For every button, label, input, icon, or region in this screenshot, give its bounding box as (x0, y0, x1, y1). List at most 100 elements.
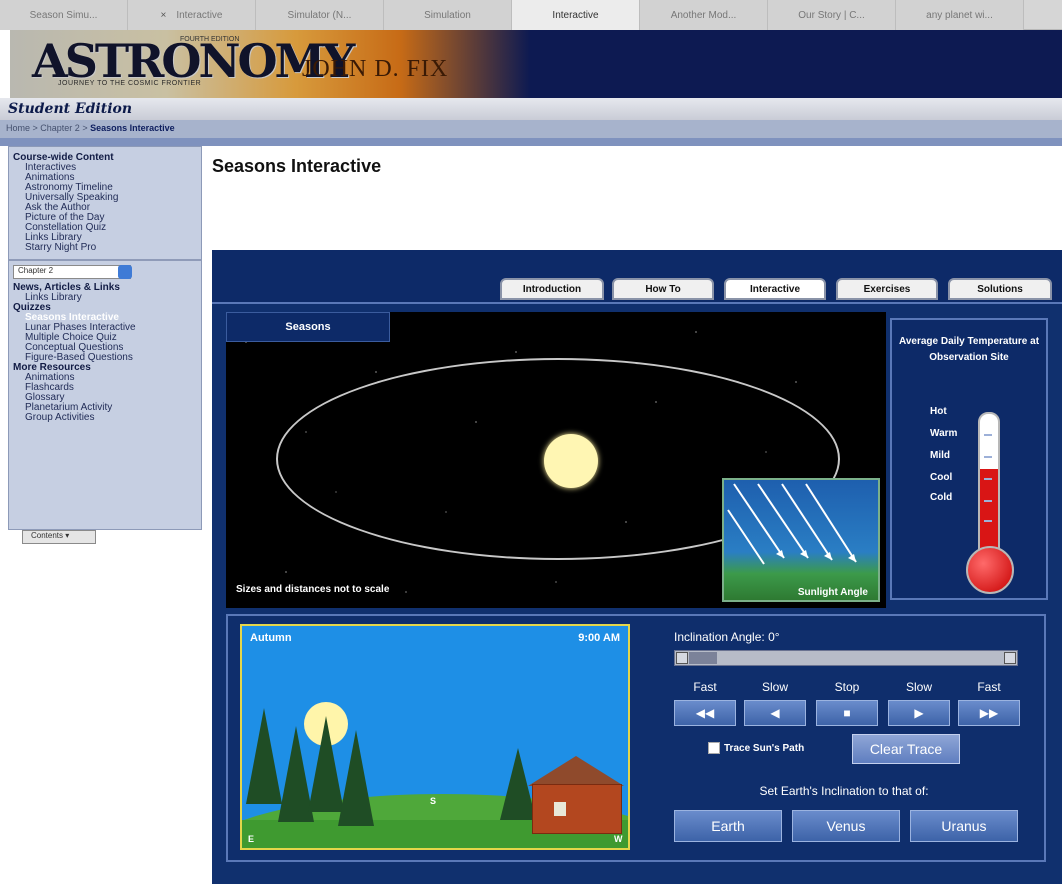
trace-label: Trace Sun's Path (724, 742, 805, 754)
browser-tab[interactable]: Simulator (N... (256, 0, 384, 30)
tab-introduction[interactable]: Introduction (500, 278, 604, 300)
temperature-title: Average Daily Temperature at Observation… (898, 336, 1040, 363)
slider-left-end[interactable] (676, 652, 688, 664)
fast-forward-button[interactable]: ▶▶ (958, 700, 1020, 726)
scale-note: Sizes and distances not to scale (236, 584, 390, 595)
breadcrumb-home[interactable]: Home (6, 123, 30, 133)
contents-button[interactable]: Contents ▾ (22, 530, 96, 544)
slider-thumb[interactable] (689, 652, 717, 664)
divider (9, 253, 201, 261)
venus-button-label: Venus (826, 818, 866, 834)
venus-button[interactable]: Venus (792, 810, 900, 842)
orbit-view: Seasons Sizes and distances not to scale… (226, 312, 886, 608)
sidebar-item-starry-night[interactable]: Starry Night Pro (9, 243, 201, 253)
level-cold: Cold (930, 492, 953, 503)
direction-south: S (430, 796, 437, 806)
sidebar-item-group-activities[interactable]: Group Activities (9, 413, 201, 423)
applet-tab-bar: Introduction How To Interactive Exercise… (212, 250, 1062, 302)
sidebar: Course-wide Content Interactives Animati… (8, 146, 202, 530)
clear-trace-label: Clear Trace (869, 741, 943, 757)
direction-east: E (248, 834, 255, 844)
site-banner: ASTRONOMY FOURTH EDITION JOURNEY TO THE … (10, 30, 1062, 98)
horizon-scene: Autumn 9:00 AM E S W (240, 624, 630, 850)
barn (532, 784, 622, 834)
fast-forward-icon: ▶▶ (979, 706, 999, 720)
breadcrumb-chapter[interactable]: Chapter 2 (40, 123, 80, 133)
rewind-icon: ◀◀ (695, 706, 715, 720)
control-panel: Autumn 9:00 AM E S W Inclination Angle: … (226, 614, 1046, 862)
earth-button-label: Earth (711, 818, 745, 834)
thermometer-tick (984, 520, 992, 522)
direction-west: W (614, 834, 623, 844)
inclination-slider[interactable] (674, 650, 1018, 666)
browser-tab-label: Interactive (552, 9, 599, 21)
browser-tab-strip: Season Simu... × Interactive Simulator (N… (0, 0, 1062, 30)
speed-label-fast-reverse: Fast (693, 680, 717, 694)
level-hot: Hot (930, 406, 947, 417)
tree (246, 708, 282, 804)
breadcrumb-separator: > (79, 123, 91, 133)
page-title: Seasons Interactive (212, 156, 382, 176)
browser-tab-label: Another Mod... (670, 9, 737, 21)
uranus-button-label: Uranus (941, 818, 987, 834)
breadcrumb-separator: > (30, 123, 41, 133)
chevron-down-icon (118, 265, 132, 279)
thermometer-tick (984, 456, 992, 458)
speed-label-slow-reverse: Slow (761, 680, 788, 694)
tab-interactive[interactable]: Interactive (724, 278, 826, 300)
earth-button[interactable]: Earth (674, 810, 782, 842)
sun (544, 434, 598, 488)
seasons-applet: Introduction How To Interactive Exercise… (212, 250, 1062, 884)
sunlight-angle-label: Sunlight Angle (797, 587, 868, 598)
browser-tab[interactable]: Simulation (384, 0, 512, 30)
tree (338, 730, 374, 826)
browser-tab[interactable]: × Interactive (128, 0, 256, 30)
stop-button[interactable]: ■ (816, 700, 878, 726)
applet-panel: Seasons Sizes and distances not to scale… (212, 302, 1062, 884)
browser-tab-label: Interactive (176, 9, 223, 21)
speed-label-stop: Stop (834, 680, 860, 694)
slow-forward-button[interactable]: ▶ (888, 700, 950, 726)
play-icon: ▶ (914, 706, 924, 720)
slow-reverse-button[interactable]: ◀ (744, 700, 806, 726)
clear-trace-button[interactable]: Clear Trace (852, 734, 960, 764)
breadcrumb: Home > Chapter 2 > Seasons Interactive (0, 120, 1062, 138)
browser-tab[interactable]: Another Mod... (640, 0, 768, 30)
chapter-select[interactable]: Chapter 2 (13, 265, 132, 279)
temperature-panel: Average Daily Temperature at Observation… (890, 318, 1048, 600)
browser-tab-label: Simulator (N... (287, 9, 352, 21)
slider-right-end[interactable] (1004, 652, 1016, 664)
sunlight-angle-panel: Sunlight Angle (722, 478, 880, 602)
thermometer-tick (984, 434, 992, 436)
tab-how-to[interactable]: How To (612, 278, 714, 300)
banner-author: JOHN D. FIX (302, 56, 449, 82)
trace-sun-path[interactable]: Trace Sun's Path (708, 742, 804, 754)
level-warm: Warm (930, 428, 958, 439)
play-reverse-icon: ◀ (770, 706, 780, 720)
close-icon[interactable]: × (161, 10, 167, 21)
divider (0, 138, 1062, 146)
browser-tab[interactable]: any planet wi... (896, 0, 1024, 30)
browser-tab-label: Our Story | C... (798, 9, 865, 21)
trace-checkbox[interactable] (708, 742, 720, 754)
banner-edition-text: FOURTH EDITION (180, 36, 240, 43)
speed-label-slow-forward: Slow (905, 680, 932, 694)
barn-window (554, 802, 566, 816)
browser-tab-active[interactable]: Interactive (512, 0, 640, 30)
barn-roof (528, 756, 624, 786)
stop-icon: ■ (843, 706, 851, 720)
browser-tab[interactable]: Season Simu... (0, 0, 128, 30)
browser-tab[interactable]: Our Story | C... (768, 0, 896, 30)
inclination-label: Inclination Angle: 0° (674, 630, 780, 644)
thermometer-tick (984, 478, 992, 480)
tab-solutions[interactable]: Solutions (948, 278, 1052, 300)
fast-reverse-button[interactable]: ◀◀ (674, 700, 736, 726)
breadcrumb-current: Seasons Interactive (90, 123, 175, 133)
tab-exercises[interactable]: Exercises (836, 278, 938, 300)
season-label: Autumn (250, 632, 292, 644)
contents-button-label: Contents (31, 531, 64, 540)
chapter-select-value: Chapter 2 (18, 266, 54, 275)
uranus-button[interactable]: Uranus (910, 810, 1018, 842)
sunlight-rays-icon (727, 483, 857, 565)
browser-tab-label: Season Simu... (29, 9, 98, 21)
